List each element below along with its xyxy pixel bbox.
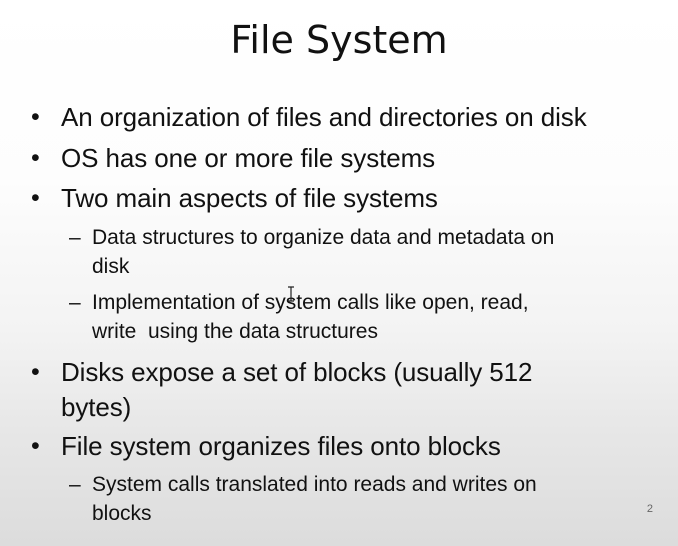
bullet-text-line1: Disks expose a set of blocks (usually 51… — [61, 357, 533, 387]
slide: File System • An organization of files a… — [0, 0, 678, 546]
sub-bullet-dash: – — [69, 473, 81, 496]
bullet-dot: • — [31, 103, 40, 131]
bullet-dot: • — [31, 358, 40, 386]
sub-bullet-text-line2: blocks — [92, 502, 152, 525]
page-number: 2 — [646, 503, 653, 515]
sub-bullet-text-line2: disk — [92, 255, 130, 278]
bullet-dot: • — [31, 432, 40, 460]
slide-title: File System — [230, 18, 448, 62]
bullet-text: OS has one or more file systems — [61, 143, 436, 173]
sub-bullet-text-line1: Implementation of system calls like open… — [92, 291, 529, 314]
bullet-text: Two main aspects of file systems — [61, 183, 438, 213]
sub-bullet-dash: – — [69, 226, 81, 249]
bullet-dot: • — [31, 184, 40, 212]
sub-bullet-text-line1: System calls translated into reads and w… — [92, 473, 537, 496]
bullet-text-line2: bytes) — [61, 392, 132, 422]
bullet-text: An organization of files and directories… — [61, 102, 587, 132]
bullet-dot: • — [31, 144, 40, 172]
sub-bullet-text-line2: write using the data structures — [92, 320, 378, 343]
sub-bullet-text-line1: Data structures to organize data and met… — [92, 226, 555, 249]
bullet-text: File system organizes files onto blocks — [61, 431, 501, 461]
text-cursor-icon — [288, 286, 294, 302]
sub-bullet-dash: – — [69, 291, 81, 314]
